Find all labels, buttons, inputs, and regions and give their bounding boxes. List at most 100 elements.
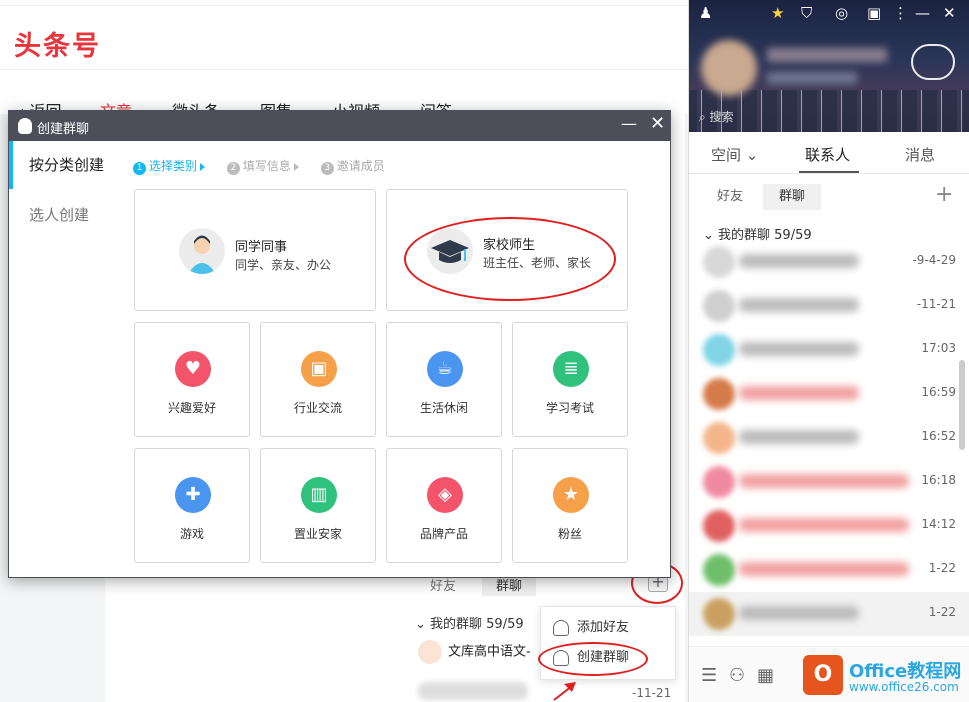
star-icon: ★	[553, 477, 589, 513]
avatar	[703, 598, 735, 630]
highlight-circle	[538, 642, 648, 676]
step-indicator: 1 选择类别 2 填写信息 3 邀请成员	[133, 157, 403, 175]
card-brand[interactable]: ◈ 品牌产品	[386, 448, 502, 563]
qq-bottom-bar: ☰ ⚇ ▦ O Office教程网 www.office26.com	[689, 646, 969, 702]
card-label: 置业安家	[293, 527, 342, 541]
subtab-friends[interactable]: 好友	[701, 184, 759, 210]
settings-icon[interactable]: ◎	[835, 4, 848, 22]
card-label: 兴趣爱好	[167, 401, 216, 415]
card-housing[interactable]: ▥ 置业安家	[260, 448, 376, 563]
heart-icon: ♥	[175, 351, 211, 387]
site-logo[interactable]: 头条号	[14, 24, 101, 63]
card-industry[interactable]: ▣ 行业交流	[260, 322, 376, 437]
card-study[interactable]: ≣ 学习考试	[512, 322, 628, 437]
avatar	[703, 422, 735, 454]
side-by-people[interactable]: 选人创建	[9, 191, 109, 239]
user-avatar[interactable]	[701, 40, 757, 96]
card-label: 生活休闲	[419, 401, 468, 415]
list-item[interactable]: 17:03	[689, 328, 969, 372]
card-classmates-colleagues[interactable]: 同学同事 同学、亲友、办公	[134, 189, 376, 311]
list-item-selected[interactable]: 1-22	[689, 592, 969, 636]
user-signature-blurred	[767, 72, 857, 84]
card-games[interactable]: ✚ 游戏	[134, 448, 250, 563]
building-icon: ▥	[301, 477, 337, 513]
blurred-row	[418, 682, 528, 700]
tab-space[interactable]: 空间 ⌄	[711, 144, 758, 165]
menu-add-friend[interactable]: 添加好友	[553, 615, 629, 641]
list-item[interactable]: 14:12	[689, 504, 969, 548]
tab-contacts[interactable]: 联系人	[805, 144, 850, 165]
create-group-dialog: 创建群聊 — ✕ 按分类创建 选人创建 1 选择类别 2 填写信息 3 邀请成员 同学…	[8, 110, 671, 578]
minimize-button[interactable]: —	[621, 114, 637, 133]
fragment-group-heading[interactable]: ⌄ 我的群聊 59/59	[415, 613, 524, 632]
star-icon[interactable]: ★	[771, 4, 784, 22]
card-label: 学习考试	[545, 401, 594, 415]
shirt-icon[interactable]: ⛉	[801, 4, 812, 22]
card-label: 游戏	[179, 527, 204, 541]
avatar	[703, 378, 735, 410]
add-contact-icon[interactable]: ⚇	[729, 665, 745, 686]
more-icon[interactable]: ⋮	[893, 4, 908, 22]
name-blurred	[739, 386, 859, 400]
list-item[interactable]: 16:59	[689, 372, 969, 416]
qq-penguin-icon	[18, 118, 32, 134]
avatar	[703, 290, 735, 322]
tab-messages[interactable]: 消息	[905, 144, 935, 165]
name-blurred	[739, 562, 909, 576]
card-label: 粉丝	[557, 527, 582, 541]
site-header: 头条号	[0, 6, 690, 70]
close-button[interactable]: ✕	[650, 113, 665, 134]
list-item[interactable]: 16:52	[689, 416, 969, 460]
name-blurred	[739, 606, 859, 620]
name-blurred	[739, 474, 909, 488]
qq-sub-tabs: 好友 群聊 +	[689, 178, 969, 214]
card-title: 同学同事	[235, 240, 288, 255]
fragment-date: -11-21	[632, 686, 672, 700]
watermark-url: www.office26.com	[849, 680, 959, 694]
red-arrow-2	[553, 682, 576, 701]
tag-icon: ◈	[427, 477, 463, 513]
card-label: 品牌产品	[419, 527, 468, 541]
step-2: 2 填写信息	[226, 157, 299, 175]
scrollbar[interactable]	[959, 360, 965, 450]
card-leisure[interactable]: ☕ 生活休闲	[386, 322, 502, 437]
avatar	[703, 334, 735, 366]
cup-icon: ☕	[427, 351, 463, 387]
menu-icon[interactable]: ☰	[701, 665, 717, 686]
message-box-icon[interactable]: ▣	[867, 4, 881, 22]
card-label: 行业交流	[293, 401, 342, 415]
list-item[interactable]: 16:18	[689, 460, 969, 504]
step-3: 3 邀请成员	[320, 157, 385, 175]
avatar	[703, 510, 735, 542]
name-blurred	[739, 254, 859, 268]
avatar	[703, 466, 735, 498]
weather-icon[interactable]	[911, 44, 955, 80]
search-box[interactable]: ⌕ 搜索	[699, 108, 734, 125]
person-avatar-icon	[179, 228, 225, 274]
list-item[interactable]: -9-4-29	[689, 240, 969, 284]
side-by-category[interactable]: 按分类创建	[9, 141, 109, 189]
fragment-group-item[interactable]: 文库高中语文-	[418, 640, 531, 664]
card-hobbies[interactable]: ♥ 兴趣爱好	[134, 322, 250, 437]
name-blurred	[739, 298, 859, 312]
minimize-icon[interactable]: —	[915, 4, 930, 22]
site-nav: ‹ 返回 文章 微头条 图集 小视频 问答	[0, 70, 690, 121]
step-1: 1 选择类别	[133, 157, 206, 175]
briefcase-icon: ▣	[301, 351, 337, 387]
dialog-title-bar[interactable]: 创建群聊 — ✕	[9, 111, 670, 141]
qq-panel: ♟ ★ ⛉ ◎ ▣ ⋮ — ✕ ⌕ 搜索 空间 ⌄ 联系人 消息 好友 群聊 +…	[688, 0, 969, 702]
close-icon[interactable]: ✕	[943, 4, 956, 22]
dialog-title: 创建群聊	[37, 122, 90, 137]
list-item[interactable]: -11-21	[689, 284, 969, 328]
add-icon[interactable]: +	[935, 182, 953, 207]
subtab-groups[interactable]: 群聊	[763, 184, 822, 210]
apps-icon[interactable]: ▦	[757, 665, 774, 686]
add-user-icon	[553, 619, 569, 636]
list-item[interactable]: 1-22	[689, 548, 969, 592]
gamepad-icon: ✚	[175, 477, 211, 513]
avatar	[703, 554, 735, 586]
group-avatar	[418, 640, 442, 664]
qq-title-bar: ♟ ★ ⛉ ◎ ▣ ⋮ — ✕	[689, 0, 969, 28]
dialog-sidebar: 按分类创建 选人创建	[9, 141, 109, 577]
card-fans[interactable]: ★ 粉丝	[512, 448, 628, 563]
